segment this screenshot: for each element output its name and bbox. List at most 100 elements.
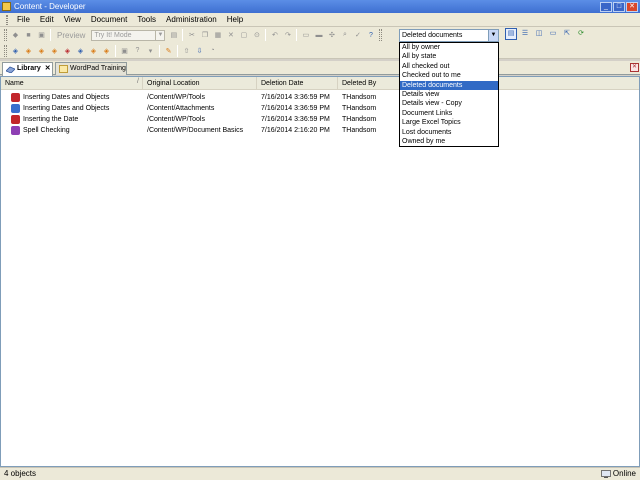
dropdown-item[interactable]: Checked out to me [400, 71, 498, 80]
cell-deleted-by: THandsom [342, 94, 377, 101]
refresh-icon[interactable]: ⟳ [575, 28, 587, 40]
new-package-icon[interactable]: ◈ [88, 45, 99, 56]
column-original-location[interactable]: Original Location [143, 77, 257, 90]
publish-icon[interactable]: ▤ [168, 30, 179, 41]
new-question-icon[interactable]: ◈ [49, 45, 60, 56]
menu-tools[interactable]: Tools [132, 15, 161, 24]
close-button[interactable]: ✕ [626, 1, 638, 12]
secondary-toolbar: ◈ ◈ ◈ ◈ ◈ ◈ ◈ ◈ ▣ ? ▾ ✎ ⇧ ⇩ ◔ [0, 43, 640, 59]
library-icon [6, 66, 15, 73]
table-row[interactable]: Inserting the Date/Content/WP/Tools 7/16/… [1, 114, 639, 125]
new-icon[interactable]: ◆ [10, 30, 21, 41]
dropdown-item[interactable]: Deleted documents [400, 80, 498, 90]
horizontal-split-icon[interactable]: ☰ [519, 28, 531, 40]
save-all-icon[interactable]: ▣ [36, 30, 47, 41]
tab-close-icon[interactable]: ✕ [45, 65, 51, 72]
dropdown-item[interactable]: Details view - Copy [400, 99, 498, 108]
cell-date: 7/16/2014 2:16:20 PM [261, 127, 330, 134]
column-deletion-date[interactable]: Deletion Date [257, 77, 338, 90]
redo-icon[interactable]: ↷ [282, 30, 293, 41]
menu-administration[interactable]: Administration [161, 15, 222, 24]
remove-icon[interactable]: ▬ [313, 30, 324, 41]
new-glossary-icon[interactable]: ◈ [101, 45, 112, 56]
details-view-icon[interactable]: ▤ [505, 28, 517, 40]
undo-icon[interactable]: ↶ [269, 30, 280, 41]
document-icon [11, 126, 20, 135]
spell-check-icon[interactable]: ✓ [352, 30, 363, 41]
status-bar: 4 objects Online [0, 467, 640, 480]
mode-combo-value: Try It! Mode [94, 31, 132, 39]
menu-view[interactable]: View [59, 15, 86, 24]
tab-wordpad-training[interactable]: WordPad Training [55, 62, 127, 75]
menu-edit[interactable]: Edit [35, 15, 59, 24]
dropdown-item[interactable]: Lost documents [400, 128, 498, 137]
menu-help[interactable]: Help [222, 15, 248, 24]
check-in-icon[interactable]: ⇧ [181, 45, 192, 56]
new-section-icon[interactable]: ◈ [23, 45, 34, 56]
insert-icon[interactable]: ▭ [300, 30, 311, 41]
help-icon[interactable]: ? [365, 30, 376, 41]
table-row[interactable]: Inserting Dates and Objects/Content/WP/T… [1, 92, 639, 103]
toolbar-grip-3[interactable] [4, 44, 7, 57]
restore-icon[interactable]: ⇱ [561, 28, 573, 40]
cut-icon[interactable]: ✂ [186, 30, 197, 41]
link-icon[interactable]: ⊙ [251, 30, 262, 41]
paste-icon[interactable]: ▦ [212, 30, 223, 41]
menu-grip[interactable] [6, 14, 8, 25]
help-lookup-icon[interactable]: ? [132, 45, 143, 56]
dropdown-item[interactable]: Details view [400, 90, 498, 99]
edit-icon[interactable]: ✎ [163, 45, 174, 56]
column-name[interactable]: Name [1, 77, 143, 90]
properties-icon[interactable]: ▢ [238, 30, 249, 41]
chevron-down-icon[interactable]: ▼ [488, 30, 498, 41]
tab-library[interactable]: Library ✕ [2, 62, 53, 76]
column-deleted-by[interactable]: Deleted By [338, 77, 400, 90]
chevron-down-icon[interactable]: ▾ [145, 45, 156, 56]
new-assessment-icon[interactable]: ◈ [62, 45, 73, 56]
new-web-page-icon[interactable]: ◈ [75, 45, 86, 56]
save-icon[interactable]: ■ [23, 30, 34, 41]
maximize-button[interactable]: □ [613, 1, 625, 12]
check-out-icon[interactable]: ⇩ [194, 45, 205, 56]
cell-name: Inserting Dates and Objects [23, 105, 110, 112]
vertical-split-icon[interactable]: ◫ [533, 28, 545, 40]
dropdown-item[interactable]: Owned by me [400, 137, 498, 146]
dropdown-item[interactable]: Large Excel Topics [400, 118, 498, 127]
table-row[interactable]: Spell Checking/Content/WP/Document Basic… [1, 125, 639, 136]
outline-icon [59, 65, 68, 73]
pane-icon[interactable]: ▭ [547, 28, 559, 40]
close-panel-icon[interactable]: ✕ [630, 63, 639, 72]
toolbar-grip[interactable] [4, 29, 7, 41]
history-icon[interactable]: ◔ [207, 45, 218, 56]
dropdown-item[interactable]: All by owner [400, 43, 498, 52]
insert-icon-2[interactable]: ▣ [119, 45, 130, 56]
copy-icon[interactable]: ❐ [199, 30, 210, 41]
find-icon[interactable]: ⌕ [339, 30, 350, 41]
chevron-down-icon[interactable]: ▼ [155, 30, 164, 40]
object-count: 4 objects [4, 469, 37, 478]
preview-button[interactable]: Preview [53, 30, 89, 41]
cell-deleted-by: THandsom [342, 127, 377, 134]
dropdown-item[interactable]: All by state [400, 52, 498, 61]
cell-deleted-by: THandsom [342, 105, 377, 112]
cell-location: /Content/WP/Tools [147, 94, 205, 101]
app-icon [2, 2, 11, 11]
view-filter-combo[interactable]: Deleted documents ▼ [399, 29, 499, 42]
minimize-button[interactable]: _ [600, 1, 612, 12]
cell-name: Spell Checking [23, 127, 70, 134]
new-topic-icon[interactable]: ◈ [36, 45, 47, 56]
delete-icon[interactable]: ✕ [225, 30, 236, 41]
document-icon [11, 115, 20, 124]
menu-document[interactable]: Document [86, 15, 132, 24]
list-header: Name / Original Location Deletion Date D… [1, 77, 639, 90]
toolbar-grip-2[interactable] [379, 29, 383, 41]
expand-icon[interactable]: ✣ [326, 30, 337, 41]
dropdown-item[interactable]: All checked out [400, 62, 498, 71]
dropdown-item[interactable]: Document Links [400, 109, 498, 118]
menu-file[interactable]: File [12, 15, 35, 24]
menu-bar: File Edit View Document Tools Administra… [0, 13, 640, 27]
new-module-icon[interactable]: ◈ [10, 45, 21, 56]
mode-combo[interactable]: Try It! Mode ▼ [91, 29, 166, 41]
cell-deleted-by: THandsom [342, 116, 377, 123]
table-row[interactable]: Inserting Dates and Objects/Content/Atta… [1, 103, 639, 114]
